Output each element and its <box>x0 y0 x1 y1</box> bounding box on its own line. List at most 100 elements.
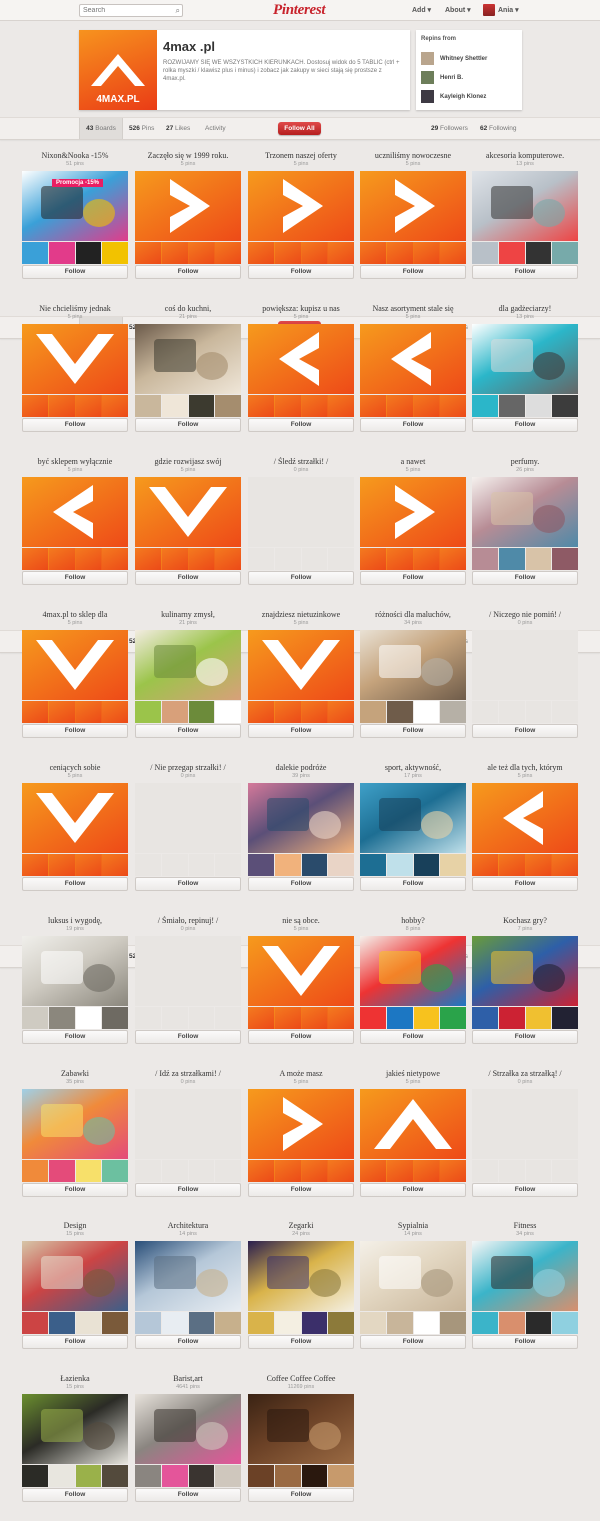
board-title[interactable]: nie są obce. <box>248 916 354 925</box>
board-card[interactable]: ceniących sobie 5 pins Follow <box>22 763 128 896</box>
board-cover-arrow-icon[interactable] <box>135 171 241 241</box>
board-title[interactable]: Nixon&Nooka -15% <box>22 151 128 160</box>
board-cover-arrow-icon[interactable] <box>248 324 354 394</box>
board-card[interactable]: Sypialnia 14 pins Follow <box>360 1221 466 1354</box>
follow-all-button[interactable]: Follow All <box>278 122 321 135</box>
follow-button[interactable]: Follow <box>135 1335 241 1349</box>
board-title[interactable]: luksus i wygodę, <box>22 916 128 925</box>
board-title[interactable]: dla gadżeciarzy! <box>472 304 578 313</box>
board-thumbnails[interactable] <box>360 854 466 876</box>
follow-button[interactable]: Follow <box>472 1183 578 1197</box>
board-cover-arrow-icon[interactable] <box>248 630 354 700</box>
about-menu[interactable]: About ▾ <box>445 6 471 14</box>
board-card[interactable]: być sklepem wyłącznie 5 pins Follow <box>22 457 128 590</box>
board-thumbnails[interactable] <box>22 701 128 723</box>
board-card[interactable]: Zaczęło się w 1999 roku. 5 pins Follow <box>135 151 241 284</box>
board-cover-empty[interactable] <box>472 1089 578 1159</box>
user-menu[interactable]: Ania ▾ <box>498 6 519 14</box>
board-thumbnails[interactable] <box>472 1160 578 1182</box>
following-link[interactable]: 62 Following <box>480 118 517 139</box>
follow-button[interactable]: Follow <box>135 1488 241 1502</box>
board-card[interactable]: różności dla maluchów, 34 pins Follow <box>360 610 466 743</box>
board-card[interactable]: dalekie podróże 39 pins Follow <box>248 763 354 896</box>
board-thumbnails[interactable] <box>248 548 354 570</box>
board-thumbnails[interactable] <box>472 854 578 876</box>
user-avatar[interactable] <box>483 4 495 16</box>
follow-button[interactable]: Follow <box>135 724 241 738</box>
follow-button[interactable]: Follow <box>248 1030 354 1044</box>
board-title[interactable]: Coffee Coffee Coffee <box>248 1374 354 1383</box>
follow-button[interactable]: Follow <box>135 265 241 279</box>
board-cover-image[interactable]: Promocja -15% <box>22 171 128 241</box>
follow-button[interactable]: Follow <box>472 1030 578 1044</box>
board-cover-arrow-icon[interactable] <box>248 1089 354 1159</box>
board-thumbnails[interactable] <box>135 1312 241 1334</box>
board-thumbnails[interactable] <box>135 1160 241 1182</box>
board-title[interactable]: akcesoria komputerowe. <box>472 151 578 160</box>
board-card[interactable]: a nawet 5 pins Follow <box>360 457 466 590</box>
board-title[interactable]: Nasz asortyment stale się <box>360 304 466 313</box>
follow-button[interactable]: Follow <box>135 877 241 891</box>
board-card[interactable]: / Śledź strzałki! /0 pins Follow <box>248 457 354 590</box>
follow-button[interactable]: Follow <box>22 1488 128 1502</box>
board-card[interactable]: A może masz 5 pins Follow <box>248 1069 354 1202</box>
board-title[interactable]: 4max.pl to sklep dla <box>22 610 128 619</box>
board-card[interactable]: Nie chcieliśmy jednak 5 pins Follow <box>22 304 128 437</box>
board-title[interactable]: Nie chcieliśmy jednak <box>22 304 128 313</box>
board-cover-arrow-icon[interactable] <box>22 477 128 547</box>
board-title[interactable]: Zabawki <box>22 1069 128 1078</box>
follow-button[interactable]: Follow <box>248 265 354 279</box>
tab-pins[interactable]: 526 Pins <box>129 118 154 139</box>
board-card[interactable]: Architektura 14 pins Follow <box>135 1221 241 1354</box>
board-thumbnails[interactable] <box>135 854 241 876</box>
board-thumbnails[interactable] <box>135 1465 241 1487</box>
board-card[interactable]: znajdziesz nietuzinkowe 5 pins Follow <box>248 610 354 743</box>
board-thumbnails[interactable] <box>360 242 466 264</box>
board-card[interactable]: sport, aktywność, 17 pins Follow <box>360 763 466 896</box>
board-thumbnails[interactable] <box>360 1160 466 1182</box>
board-cover-image[interactable] <box>22 936 128 1006</box>
follow-button[interactable]: Follow <box>248 571 354 585</box>
tab-likes[interactable]: 27 Likes <box>166 118 190 139</box>
board-thumbnails[interactable] <box>22 1465 128 1487</box>
board-title[interactable]: a nawet <box>360 457 466 466</box>
follow-button[interactable]: Follow <box>22 877 128 891</box>
board-cover-image[interactable] <box>248 1241 354 1311</box>
board-card[interactable]: Fitness 34 pins Follow <box>472 1221 578 1354</box>
board-title[interactable]: jakieś nietypowe <box>360 1069 466 1078</box>
board-cover-arrow-icon[interactable] <box>22 324 128 394</box>
board-title[interactable]: Kochasz gry? <box>472 916 578 925</box>
board-title[interactable]: sport, aktywność, <box>360 763 466 772</box>
board-title[interactable]: Sypialnia <box>360 1221 466 1230</box>
board-cover-image[interactable] <box>135 630 241 700</box>
board-title[interactable]: / Idź za strzałkami! / <box>135 1069 241 1078</box>
board-title[interactable]: powiększa: kupisz u nas <box>248 304 354 313</box>
board-cover-arrow-icon[interactable] <box>248 171 354 241</box>
board-card[interactable]: akcesoria komputerowe. 13 pins Follow <box>472 151 578 284</box>
follow-button[interactable]: Follow <box>22 724 128 738</box>
follow-button[interactable]: Follow <box>248 877 354 891</box>
board-card[interactable]: / Nie przegap strzałki! /0 pins Follow <box>135 763 241 896</box>
follow-button[interactable]: Follow <box>135 418 241 432</box>
board-title[interactable]: różności dla maluchów, <box>360 610 466 619</box>
board-cover-arrow-icon[interactable] <box>248 936 354 1006</box>
follow-button[interactable]: Follow <box>135 1030 241 1044</box>
board-thumbnails[interactable] <box>22 1160 128 1182</box>
board-title[interactable]: Architektura <box>135 1221 241 1230</box>
board-thumbnails[interactable] <box>248 395 354 417</box>
repin-user[interactable]: Kayleigh Klonez <box>421 90 521 104</box>
follow-button[interactable]: Follow <box>248 1335 354 1349</box>
board-cover-arrow-icon[interactable] <box>360 171 466 241</box>
board-card[interactable]: Kochasz gry? 7 pins Follow <box>472 916 578 1049</box>
board-title[interactable]: uczniliśmy nowoczesne <box>360 151 466 160</box>
follow-button[interactable]: Follow <box>360 1030 466 1044</box>
board-thumbnails[interactable] <box>135 395 241 417</box>
board-thumbnails[interactable] <box>472 395 578 417</box>
board-card[interactable]: Nasz asortyment stale się 5 pins Follow <box>360 304 466 437</box>
board-title[interactable]: / Niczego nie pomiń! / <box>472 610 578 619</box>
board-title[interactable]: być sklepem wyłącznie <box>22 457 128 466</box>
follow-button[interactable]: Follow <box>472 724 578 738</box>
follow-button[interactable]: Follow <box>22 1030 128 1044</box>
follow-button[interactable]: Follow <box>472 571 578 585</box>
board-cover-arrow-icon[interactable] <box>360 477 466 547</box>
